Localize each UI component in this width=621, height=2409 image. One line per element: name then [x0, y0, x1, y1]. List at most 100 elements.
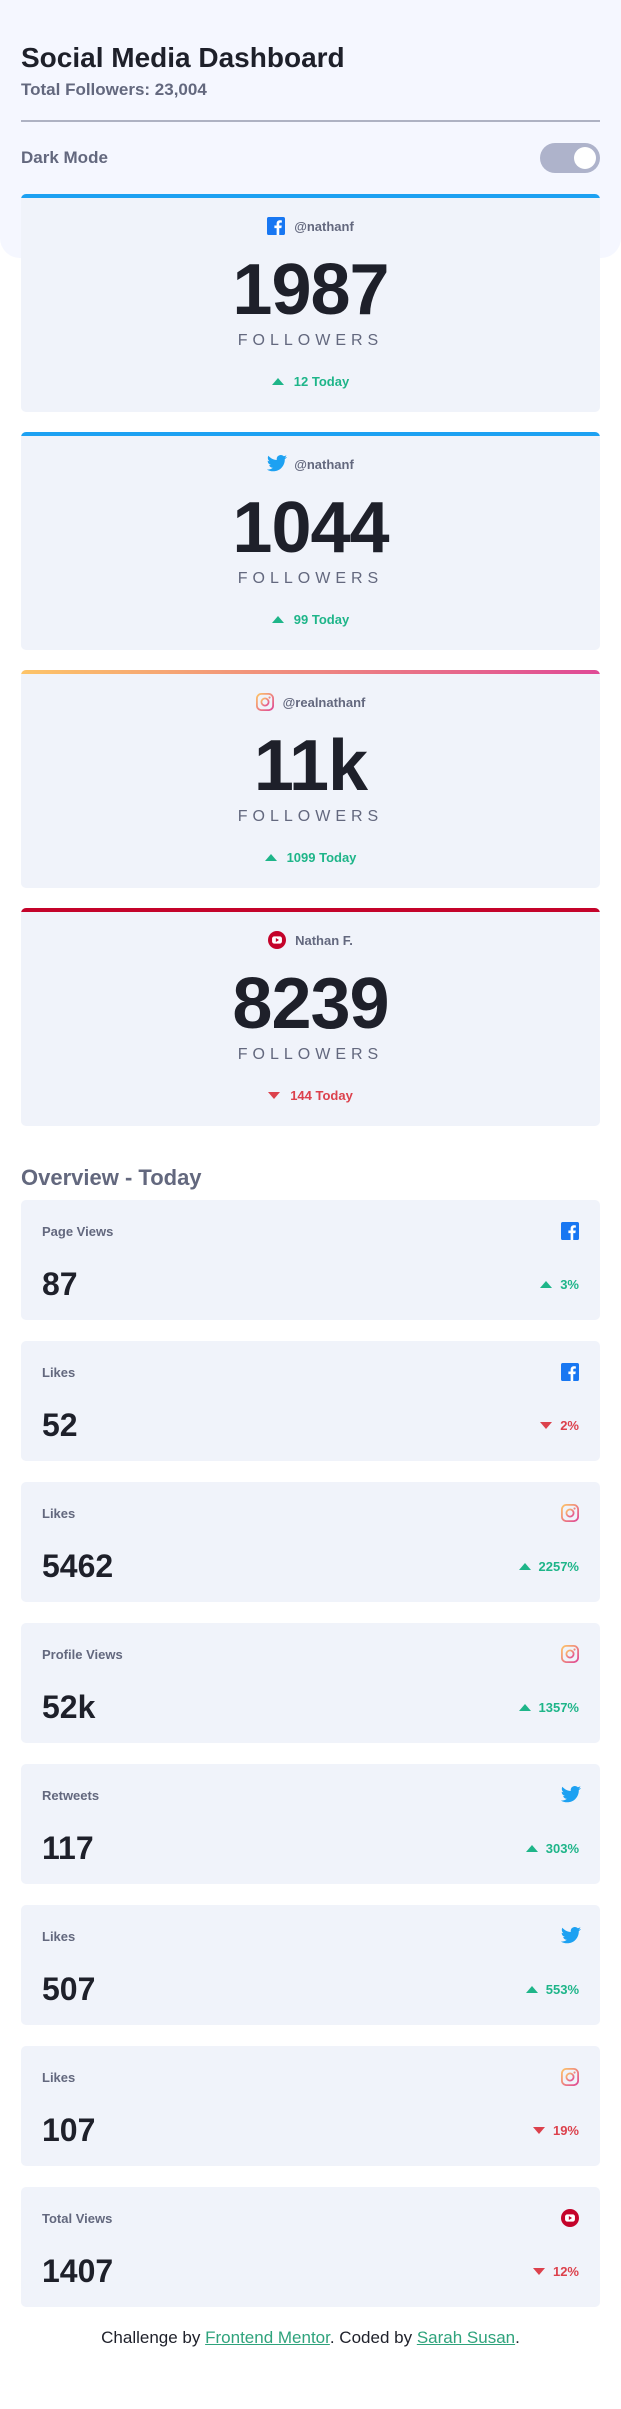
facebook-icon — [561, 1222, 579, 1240]
overview-card[interactable]: Likes 107 19% — [21, 2046, 600, 2166]
facebook-icon — [267, 217, 286, 235]
overview-card-bottom: 107 19% — [42, 2113, 579, 2147]
overview-card-bottom: 5462 2257% — [42, 1549, 579, 1583]
frontend-mentor-link[interactable]: Frontend Mentor — [205, 2328, 330, 2347]
overview-card[interactable]: Likes 507 553% — [21, 1905, 600, 2025]
today-change: 144 Today — [21, 1088, 600, 1103]
metric-change: 3% — [540, 1277, 579, 1292]
arrow-up-icon — [264, 854, 277, 861]
metric-value: 1407 — [42, 2253, 114, 2289]
overview-card[interactable]: Page Views 87 3% — [21, 1200, 600, 1320]
follower-card-instagram[interactable]: @realnathanf 11k FOLLOWERS 1099 Today — [21, 670, 600, 888]
author-link[interactable]: Sarah Susan — [417, 2328, 515, 2347]
handle: @nathanf — [294, 456, 354, 472]
follower-cards: @nathanf 1987 FOLLOWERS 12 Today @nathanf 104… — [21, 194, 600, 1126]
follower-count: 8239 — [232, 964, 389, 1044]
page-title: Social Media Dashboard — [21, 42, 345, 73]
twitter-icon — [560, 1927, 581, 1945]
card-accent-bar — [21, 670, 600, 674]
header: Social Media Dashboard Total Followers: … — [21, 0, 600, 194]
overview-card-bottom: 117 303% — [42, 1831, 579, 1865]
overview-card-bottom: 87 3% — [42, 1267, 579, 1301]
metric-change-value: 2257% — [538, 1558, 579, 1574]
metric-value: 117 — [42, 1830, 94, 1866]
dark-mode-toggle[interactable] — [540, 143, 600, 173]
overview-card[interactable]: Profile Views 52k 1357% — [21, 1623, 600, 1743]
overview-title: Overview - Today — [21, 1165, 202, 1190]
metric-change-value: 1357% — [538, 1699, 579, 1715]
metric-change: 1357% — [518, 1699, 579, 1715]
metric-label: Profile Views — [42, 1646, 123, 1662]
metric-value: 507 — [42, 1971, 96, 2007]
metric-change: 12% — [532, 2263, 579, 2279]
metric-label: Likes — [42, 2069, 76, 2085]
overview-card-bottom: 507 553% — [42, 1972, 579, 2006]
overview-card-bottom: 1407 12% — [42, 2254, 579, 2288]
followers-label: FOLLOWERS — [237, 1046, 384, 1063]
handle-row: Nathan F. — [21, 930, 600, 950]
handle-row: @nathanf — [21, 216, 600, 236]
metric-value: 107 — [42, 2112, 96, 2148]
arrow-down-icon — [540, 1421, 553, 1429]
handle: Nathan F. — [295, 932, 353, 948]
follower-card-facebook[interactable]: @nathanf 1987 FOLLOWERS 12 Today — [21, 194, 600, 412]
follower-count: 11k — [253, 726, 368, 806]
card-accent-bar — [21, 908, 600, 912]
overview-card[interactable]: Total Views 1407 12% — [21, 2187, 600, 2307]
metric-label: Total Views — [42, 2210, 113, 2226]
metric-label: Retweets — [42, 1787, 100, 1803]
overview-list: Page Views 87 3% Likes 52 2% Likes 5462 2257% Pro… — [21, 1200, 600, 2307]
attribution-suffix: . — [515, 2328, 520, 2347]
metric-change-value: 2% — [560, 1417, 579, 1433]
metric-value: 52 — [42, 1407, 78, 1443]
youtube-icon — [561, 2209, 579, 2227]
handle: @realnathanf — [282, 694, 366, 710]
followers-label: FOLLOWERS — [237, 332, 384, 349]
metric-value: 87 — [42, 1266, 78, 1302]
metric-change: 19% — [532, 2123, 579, 2138]
overview-card-top: Likes — [42, 1362, 579, 1382]
metric-label: Likes — [42, 1505, 76, 1521]
overview-card[interactable]: Retweets 117 303% — [21, 1764, 600, 1884]
arrow-down-icon — [268, 1092, 281, 1099]
instagram-icon — [561, 1645, 579, 1663]
instagram-icon — [561, 2068, 579, 2086]
instagram-icon — [561, 1504, 579, 1522]
follower-card-youtube[interactable]: Nathan F. 8239 FOLLOWERS 144 Today — [21, 908, 600, 1126]
total-followers: Total Followers: 23,004 — [21, 80, 207, 99]
arrow-up-icon — [525, 1844, 538, 1852]
overview-card[interactable]: Likes 52 2% — [21, 1341, 600, 1461]
overview-card-top: Likes — [42, 2067, 579, 2087]
instagram-icon — [255, 693, 274, 711]
dark-mode-row: Dark Mode — [21, 122, 600, 194]
arrow-up-icon — [540, 1280, 553, 1288]
facebook-icon — [561, 1363, 579, 1381]
arrow-up-icon — [271, 616, 284, 623]
dark-mode-label: Dark Mode — [21, 148, 108, 167]
arrow-up-icon — [518, 1703, 531, 1711]
arrow-up-icon — [525, 1985, 538, 1993]
arrow-up-icon — [271, 378, 284, 385]
handle-row: @nathanf — [21, 454, 600, 474]
followers-label: FOLLOWERS — [237, 808, 384, 825]
attribution-prefix: Challenge by — [101, 2328, 206, 2347]
overview-card-top: Likes — [42, 1503, 579, 1523]
metric-label: Likes — [42, 1928, 76, 1944]
metric-change-value: 12% — [552, 2263, 579, 2279]
metric-change: 2% — [540, 1418, 579, 1433]
overview-card-bottom: 52k 1357% — [42, 1690, 579, 1724]
today-change-value: 144 Today — [290, 1088, 353, 1103]
overview-card-top: Total Views — [42, 2208, 579, 2228]
arrow-down-icon — [532, 2126, 545, 2134]
card-accent-bar — [21, 432, 600, 436]
metric-label: Likes — [42, 1364, 76, 1380]
today-change-value: 1099 Today — [286, 850, 357, 865]
follower-card-twitter[interactable]: @nathanf 1044 FOLLOWERS 99 Today — [21, 432, 600, 650]
overview-card-top: Likes — [42, 1926, 581, 1946]
follower-count: 1987 — [232, 250, 389, 330]
overview-card-top: Page Views — [42, 1221, 579, 1241]
twitter-icon — [560, 1786, 581, 1804]
follower-count: 1044 — [232, 488, 389, 568]
handle: @nathanf — [294, 218, 354, 234]
overview-card[interactable]: Likes 5462 2257% — [21, 1482, 600, 1602]
